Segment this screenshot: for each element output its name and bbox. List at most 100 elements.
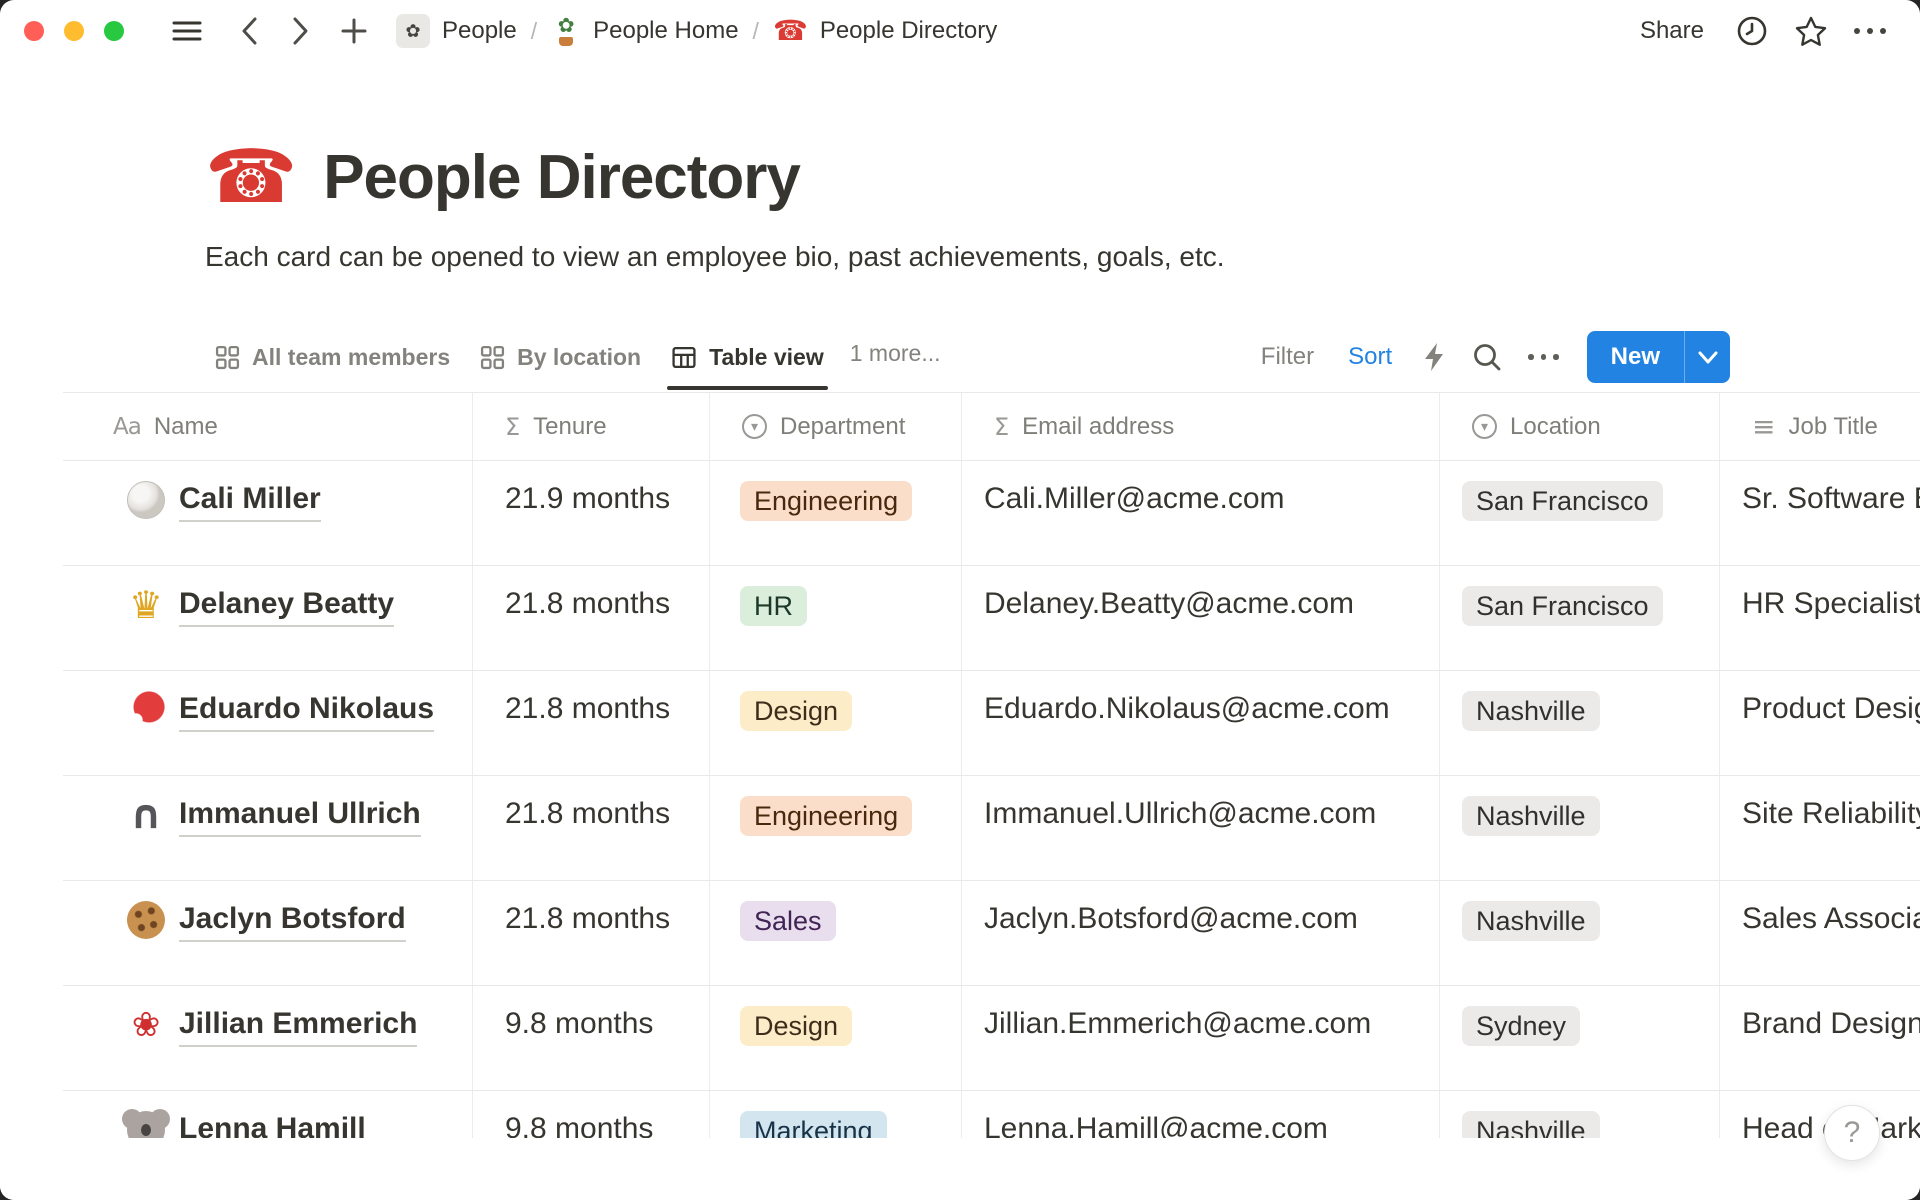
- job-title-cell[interactable]: Sr. Software Engineer: [1720, 461, 1920, 565]
- department-cell[interactable]: Design: [710, 671, 962, 775]
- person-name-link[interactable]: Delaney Beatty: [179, 586, 394, 627]
- new-page-button[interactable]: [334, 11, 374, 51]
- department-tag: Engineering: [740, 796, 912, 836]
- cookie-emoji-avatar: [127, 901, 165, 939]
- breadcrumb-people-home[interactable]: People Home: [543, 12, 746, 50]
- view-tabs: All team members By location: [205, 330, 834, 378]
- person-name-link[interactable]: Jillian Emmerich: [179, 1006, 417, 1047]
- breadcrumb-people-directory[interactable]: People Directory: [765, 13, 1005, 49]
- search-icon: [1472, 342, 1502, 372]
- person-name-link[interactable]: Jaclyn Botsford: [179, 901, 406, 942]
- tab-table-view[interactable]: Table view: [661, 330, 834, 378]
- name-cell[interactable]: Delaney Beatty: [63, 566, 473, 670]
- select-property-icon: [1472, 414, 1497, 439]
- minimize-window-button[interactable]: [64, 21, 84, 41]
- location-cell[interactable]: Nashville: [1440, 671, 1720, 775]
- location-cell[interactable]: San Francisco: [1440, 461, 1720, 565]
- location-cell[interactable]: Sydney: [1440, 986, 1720, 1090]
- table-row: Jillian Emmerich 9.8 months Design Jilli…: [63, 986, 1920, 1091]
- department-cell[interactable]: Engineering: [710, 776, 962, 880]
- chevron-right-icon: [290, 16, 310, 46]
- email-cell[interactable]: Immanuel.Ullrich@acme.com: [962, 776, 1440, 880]
- department-tag: HR: [740, 586, 807, 626]
- automations-button[interactable]: [1414, 334, 1454, 380]
- location-tag: Sydney: [1462, 1006, 1580, 1046]
- breadcrumb-label: People: [442, 17, 517, 45]
- job-title-cell[interactable]: Brand Designer: [1720, 986, 1920, 1090]
- department-cell[interactable]: Design: [710, 986, 962, 1090]
- column-header-job-title[interactable]: Job Title: [1720, 393, 1920, 460]
- email-cell[interactable]: Jaclyn.Botsford@acme.com: [962, 881, 1440, 985]
- search-in-view-button[interactable]: [1464, 334, 1510, 380]
- views-toolbar: All team members By location: [205, 330, 1730, 392]
- name-cell[interactable]: Jaclyn Botsford: [63, 881, 473, 985]
- volleyball-emoji-avatar: [127, 481, 165, 519]
- sort-button[interactable]: Sort: [1336, 335, 1404, 379]
- people-table: Name Tenure Department Email address Loc…: [63, 392, 1920, 1196]
- email-cell[interactable]: Eduardo.Nikolaus@acme.com: [962, 671, 1440, 775]
- location-cell[interactable]: Nashville: [1440, 776, 1720, 880]
- column-header-location[interactable]: Location: [1440, 393, 1720, 460]
- back-button[interactable]: [234, 10, 266, 52]
- help-button[interactable]: ?: [1824, 1105, 1880, 1161]
- share-button[interactable]: Share: [1628, 11, 1716, 51]
- table-view-icon: [671, 345, 697, 370]
- job-title-cell[interactable]: Product Designer: [1720, 671, 1920, 775]
- close-window-button[interactable]: [24, 21, 44, 41]
- filter-button[interactable]: Filter: [1249, 335, 1326, 379]
- person-name-link[interactable]: Immanuel Ullrich: [179, 796, 421, 837]
- zoom-window-button[interactable]: [104, 21, 124, 41]
- breadcrumb-workspace[interactable]: People: [388, 10, 525, 52]
- column-label: Name: [154, 413, 218, 441]
- new-record-dropdown-button[interactable]: [1684, 331, 1730, 383]
- notion-window: People / People Home / People Directory …: [0, 0, 1920, 1200]
- department-cell[interactable]: Engineering: [710, 461, 962, 565]
- recent-pages-button[interactable]: [1730, 9, 1774, 53]
- name-cell[interactable]: Cali Miller: [63, 461, 473, 565]
- column-header-email[interactable]: Email address: [962, 393, 1440, 460]
- tenure-cell[interactable]: 9.8 months: [473, 986, 710, 1090]
- email-cell[interactable]: Cali.Miller@acme.com: [962, 461, 1440, 565]
- text-property-icon: [113, 414, 141, 440]
- location-cell[interactable]: Nashville: [1440, 881, 1720, 985]
- view-actions: Filter Sort New: [1249, 330, 1730, 383]
- tenure-cell[interactable]: 21.8 months: [473, 566, 710, 670]
- column-header-tenure[interactable]: Tenure: [473, 393, 710, 460]
- tab-label: Table view: [709, 344, 824, 371]
- page-icon-red-telephone[interactable]: [205, 140, 297, 214]
- department-cell[interactable]: HR: [710, 566, 962, 670]
- job-title-cell[interactable]: HR Specialist: [1720, 566, 1920, 670]
- column-header-name[interactable]: Name: [63, 393, 473, 460]
- job-title-cell[interactable]: Sales Associate: [1720, 881, 1920, 985]
- tab-all-team-members[interactable]: All team members: [205, 330, 460, 378]
- tab-by-location[interactable]: By location: [470, 330, 651, 378]
- column-header-department[interactable]: Department: [710, 393, 962, 460]
- favorite-button[interactable]: [1788, 9, 1834, 53]
- view-options-button[interactable]: [1520, 346, 1567, 368]
- email-cell[interactable]: Delaney.Beatty@acme.com: [962, 566, 1440, 670]
- tenure-cell[interactable]: 21.8 months: [473, 671, 710, 775]
- forward-button[interactable]: [284, 10, 316, 52]
- sidebar-toggle-button[interactable]: [166, 13, 208, 49]
- email-cell[interactable]: Jillian.Emmerich@acme.com: [962, 986, 1440, 1090]
- tenure-cell[interactable]: 21.8 months: [473, 881, 710, 985]
- bottom-edge-cover: [0, 1138, 1920, 1200]
- table-row: Cali Miller 21.9 months Engineering Cali…: [63, 461, 1920, 566]
- page-options-button[interactable]: [1848, 22, 1892, 40]
- column-label: Email address: [1022, 413, 1174, 441]
- breadcrumb: People / People Home / People Directory: [388, 10, 1005, 52]
- new-record-button[interactable]: New: [1587, 331, 1684, 383]
- name-cell[interactable]: Eduardo Nikolaus: [63, 671, 473, 775]
- name-cell[interactable]: Jillian Emmerich: [63, 986, 473, 1090]
- location-cell[interactable]: San Francisco: [1440, 566, 1720, 670]
- tenure-cell[interactable]: 21.9 months: [473, 461, 710, 565]
- more-views-button[interactable]: 1 more...: [834, 330, 949, 367]
- name-cell[interactable]: Immanuel Ullrich: [63, 776, 473, 880]
- person-name-link[interactable]: Cali Miller: [179, 481, 321, 522]
- chevron-down-icon: [1698, 351, 1718, 364]
- person-name-link[interactable]: Eduardo Nikolaus: [179, 691, 434, 732]
- job-title-cell[interactable]: Site Reliability Engineer: [1720, 776, 1920, 880]
- tenure-cell[interactable]: 21.8 months: [473, 776, 710, 880]
- topbar: People / People Home / People Directory …: [0, 0, 1920, 62]
- department-cell[interactable]: Sales: [710, 881, 962, 985]
